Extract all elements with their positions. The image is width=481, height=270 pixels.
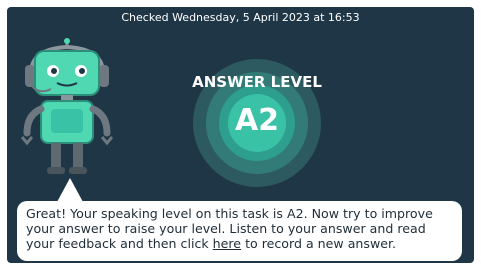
speech-bubble-tail	[57, 178, 83, 202]
feedback-text: Great! Your speaking level on this task …	[26, 206, 454, 251]
checked-timestamp: Checked Wednesday, 5 April 2023 at 16:53	[121, 11, 360, 24]
answer-level-value: A2	[234, 103, 280, 138]
feedback-text-end: to record a new answer.	[241, 236, 397, 251]
feedback-speech-bubble: Great! Your speaking level on this task …	[17, 201, 462, 261]
record-new-answer-link[interactable]: here	[213, 236, 241, 251]
answer-level-title: ANSWER LEVEL	[192, 73, 322, 91]
robot-mascot-icon	[20, 38, 114, 174]
